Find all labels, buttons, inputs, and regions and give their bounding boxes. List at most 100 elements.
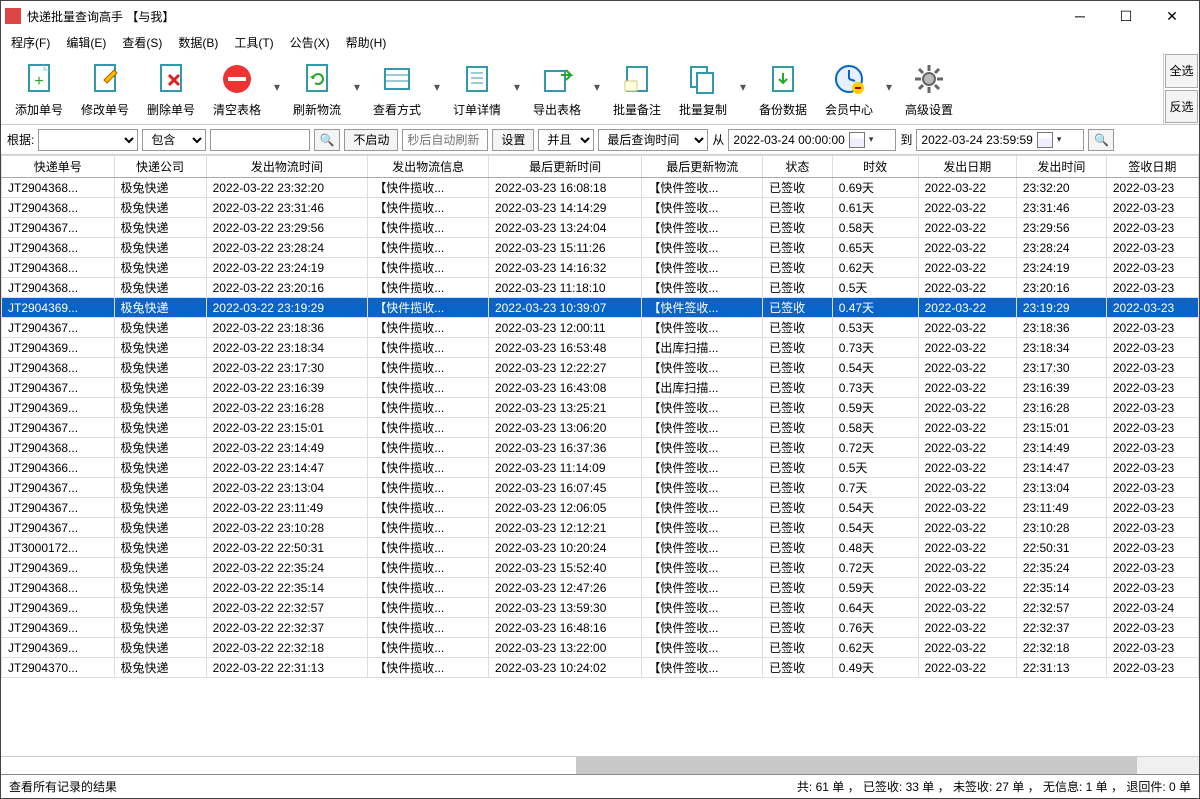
table-row[interactable]: JT2904368...极兔快递2022-03-22 23:28:24【快件揽收… (2, 238, 1199, 258)
cell: JT2904367... (2, 518, 115, 538)
table-row[interactable]: JT2904367...极兔快递2022-03-22 23:16:39【快件揽收… (2, 378, 1199, 398)
cell: 已签收 (763, 658, 833, 678)
cell: 23:10:28 (1016, 518, 1106, 538)
tool-doc-plus[interactable]: +添加单号 (7, 57, 71, 120)
table-row[interactable]: JT2904367...极兔快递2022-03-22 23:29:56【快件揽收… (2, 218, 1199, 238)
column-header[interactable]: 发出物流信息 (368, 156, 489, 178)
table-row[interactable]: JT2904368...极兔快递2022-03-22 23:24:19【快件揽收… (2, 258, 1199, 278)
menu-item[interactable]: 查看(S) (116, 32, 168, 53)
app-icon (5, 8, 21, 24)
cell: 已签收 (763, 558, 833, 578)
column-header[interactable]: 发出时间 (1016, 156, 1106, 178)
toolbar-dropdown[interactable]: ▾ (271, 57, 283, 117)
menu-item[interactable]: 数据(B) (172, 32, 224, 53)
filterbar: 根据: 包含 🔍 不启动 设置 并且 最后查询时间 从 2022-03-24 0… (1, 125, 1199, 155)
table-row[interactable]: JT2904367...极兔快递2022-03-22 23:15:01【快件揽收… (2, 418, 1199, 438)
table-row[interactable]: JT2904368...极兔快递2022-03-22 23:17:30【快件揽收… (2, 358, 1199, 378)
cell: 2022-03-23 13:59:30 (488, 598, 641, 618)
tool-backup[interactable]: 备份数据 (751, 57, 815, 120)
time-field-select[interactable]: 最后查询时间 (598, 129, 708, 151)
maximize-button[interactable]: ☐ (1103, 1, 1149, 31)
date-search-button[interactable]: 🔍 (1088, 129, 1114, 151)
tool-detail[interactable]: 订单详情 (445, 57, 509, 120)
cell: 已签收 (763, 258, 833, 278)
table-row[interactable]: JT2904369...极兔快递2022-03-22 22:32:37【快件揽收… (2, 618, 1199, 638)
table-row[interactable]: JT2904367...极兔快递2022-03-22 23:13:04【快件揽收… (2, 478, 1199, 498)
table-row[interactable]: JT2904368...极兔快递2022-03-22 23:14:49【快件揽收… (2, 438, 1199, 458)
tool-export[interactable]: 导出表格 (525, 57, 589, 120)
toolbar-dropdown[interactable]: ▾ (883, 57, 895, 117)
filter-value-input[interactable] (210, 129, 310, 151)
tool-view[interactable]: 查看方式 (365, 57, 429, 120)
toolbar-dropdown[interactable]: ▾ (591, 57, 603, 117)
table-row[interactable]: JT2904369...极兔快递2022-03-22 22:35:24【快件揽收… (2, 558, 1199, 578)
cell: 2022-03-23 10:24:02 (488, 658, 641, 678)
table-row[interactable]: JT2904366...极兔快递2022-03-22 23:14:47【快件揽收… (2, 458, 1199, 478)
cell: JT2904369... (2, 618, 115, 638)
toolbar-dropdown[interactable]: ▾ (511, 57, 523, 117)
cell: JT2904366... (2, 458, 115, 478)
search-button[interactable]: 🔍 (314, 129, 340, 151)
table-wrap[interactable]: 快递单号快递公司发出物流时间发出物流信息最后更新时间最后更新物流状态时效发出日期… (1, 155, 1199, 756)
toolbar-dropdown[interactable]: ▾ (351, 57, 363, 117)
table-row[interactable]: JT2904369...极兔快递2022-03-22 22:32:57【快件揽收… (2, 598, 1199, 618)
table-row[interactable]: JT2904369...极兔快递2022-03-22 23:16:28【快件揽收… (2, 398, 1199, 418)
table-row[interactable]: JT2904368...极兔快递2022-03-22 23:20:16【快件揽收… (2, 278, 1199, 298)
tool-doc-edit[interactable]: 修改单号 (73, 57, 137, 120)
column-header[interactable]: 签收日期 (1106, 156, 1198, 178)
cell: 0.72天 (832, 438, 918, 458)
table-row[interactable]: JT2904368...极兔快递2022-03-22 22:35:14【快件揽收… (2, 578, 1199, 598)
column-header[interactable]: 最后更新物流 (642, 156, 763, 178)
cell: 2022-03-23 11:14:09 (488, 458, 641, 478)
tool-gear[interactable]: 高级设置 (897, 57, 961, 120)
settings-button[interactable]: 设置 (492, 129, 534, 151)
table-row[interactable]: JT2904367...极兔快递2022-03-22 23:18:36【快件揽收… (2, 318, 1199, 338)
table-row[interactable]: JT2904370...极兔快递2022-03-22 22:31:13【快件揽收… (2, 658, 1199, 678)
toolbar-dropdown[interactable]: ▾ (431, 57, 443, 117)
table-row[interactable]: JT2904369...极兔快递2022-03-22 23:18:34【快件揽收… (2, 338, 1199, 358)
select-all-button[interactable]: 全选 (1165, 54, 1198, 88)
column-header[interactable]: 状态 (763, 156, 833, 178)
horizontal-scrollbar[interactable] (1, 756, 1199, 774)
toolbar-dropdown[interactable]: ▾ (737, 57, 749, 117)
menu-item[interactable]: 程序(F) (5, 32, 56, 53)
tool-copy[interactable]: 批量复制 (671, 57, 735, 120)
date-to-picker[interactable]: 2022-03-24 23:59:59 ▾ (916, 129, 1084, 151)
column-header[interactable]: 发出日期 (918, 156, 1016, 178)
filter-op-select[interactable]: 包含 (142, 129, 206, 151)
table-row[interactable]: JT2904367...极兔快递2022-03-22 23:10:28【快件揽收… (2, 518, 1199, 538)
column-header[interactable]: 时效 (832, 156, 918, 178)
invert-selection-button[interactable]: 反选 (1165, 90, 1198, 124)
table-row[interactable]: JT2904369...极兔快递2022-03-22 23:19:29【快件揽收… (2, 298, 1199, 318)
table-row[interactable]: JT3000172...极兔快递2022-03-22 22:50:31【快件揽收… (2, 538, 1199, 558)
minimize-button[interactable]: ─ (1057, 1, 1103, 31)
tool-doc-del[interactable]: 删除单号 (139, 57, 203, 120)
tool-clock[interactable]: 会员中心 (817, 57, 881, 120)
cell: 2022-03-22 23:18:36 (206, 318, 368, 338)
cell: 23:20:16 (1016, 278, 1106, 298)
menu-item[interactable]: 编辑(E) (60, 32, 112, 53)
cell: 极兔快递 (114, 638, 206, 658)
close-button[interactable]: ✕ (1149, 1, 1195, 31)
tool-refresh[interactable]: 刷新物流 (285, 57, 349, 120)
table-row[interactable]: JT2904369...极兔快递2022-03-22 22:32:18【快件揽收… (2, 638, 1199, 658)
cell: 2022-03-23 11:18:10 (488, 278, 641, 298)
filter-field-select[interactable] (38, 129, 138, 151)
no-start-button[interactable]: 不启动 (344, 129, 398, 151)
column-header[interactable]: 快递公司 (114, 156, 206, 178)
column-header[interactable]: 最后更新时间 (488, 156, 641, 178)
date-from-picker[interactable]: 2022-03-24 00:00:00 ▾ (728, 129, 896, 151)
menu-item[interactable]: 公告(X) (284, 32, 336, 53)
tool-label: 批量复制 (679, 101, 727, 118)
menu-item[interactable]: 工具(T) (228, 32, 279, 53)
logic-select[interactable]: 并且 (538, 129, 594, 151)
cell: 【快件揽收... (368, 358, 489, 378)
column-header[interactable]: 发出物流时间 (206, 156, 368, 178)
tool-note[interactable]: 批量备注 (605, 57, 669, 120)
table-row[interactable]: JT2904367...极兔快递2022-03-22 23:11:49【快件揽收… (2, 498, 1199, 518)
menu-item[interactable]: 帮助(H) (340, 32, 393, 53)
table-row[interactable]: JT2904368...极兔快递2022-03-22 23:31:46【快件揽收… (2, 198, 1199, 218)
column-header[interactable]: 快递单号 (2, 156, 115, 178)
table-row[interactable]: JT2904368...极兔快递2022-03-22 23:32:20【快件揽收… (2, 178, 1199, 198)
tool-clear[interactable]: 清空表格 (205, 57, 269, 120)
